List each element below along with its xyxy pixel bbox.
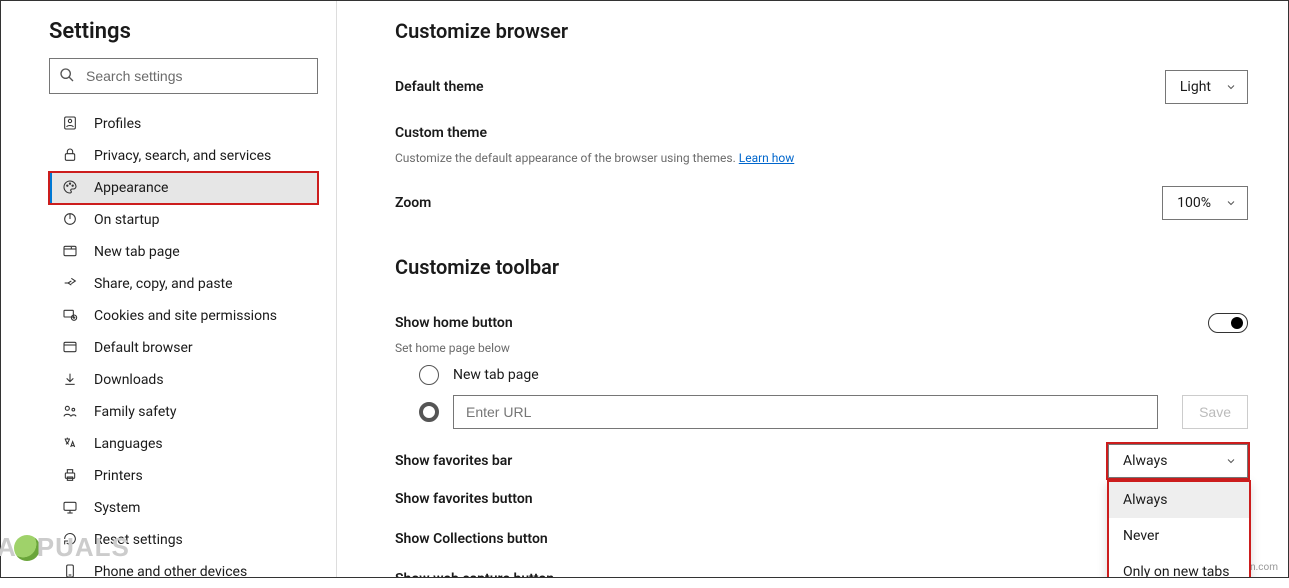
favorites-bar-option-always[interactable]: Always [1109,482,1249,518]
profile-icon [62,115,80,133]
show-home-label: Show home button [395,315,513,331]
sidebar-item-label: Printers [94,468,143,484]
learn-how-link[interactable]: Learn how [739,151,795,165]
share-icon [62,275,80,293]
customize-toolbar-heading: Customize toolbar [395,255,1248,279]
customize-browser-heading: Customize browser [395,19,1248,43]
sidebar-item-appearance[interactable]: Appearance [49,172,318,204]
search-icon [59,67,75,83]
sidebar-item-newtab[interactable]: New tab page [49,236,318,268]
sidebar-item-default-browser[interactable]: Default browser [49,332,318,364]
custom-theme-row: Custom theme [395,113,1248,153]
sidebar-item-label: Profiles [94,116,141,132]
home-url-input[interactable] [453,395,1158,429]
family-icon [62,403,80,421]
home-option-newtab[interactable]: New tab page [419,365,1248,385]
sidebar-item-label: System [94,500,140,516]
language-icon [62,435,80,453]
favorites-bar-menu: Always Never Only on new tabs [1107,480,1251,577]
download-icon [62,371,80,389]
sidebar-item-printers[interactable]: Printers [49,460,318,492]
sidebar-item-family[interactable]: Family safety [49,396,318,428]
default-theme-label: Default theme [395,79,484,95]
sidebar-item-label: Family safety [94,404,176,420]
zoom-value: 100% [1177,195,1211,211]
power-icon [62,211,80,229]
save-button[interactable]: Save [1182,395,1248,429]
show-home-toggle[interactable] [1208,313,1248,333]
lock-icon [62,147,80,165]
home-option-url[interactable]: Save [419,395,1248,429]
radio-newtab[interactable] [419,365,439,385]
show-home-row: Show home button [395,303,1248,343]
sidebar-item-profiles[interactable]: Profiles [49,108,318,140]
sidebar-item-label: Appearance [94,180,168,196]
settings-content: Customize browser Default theme Light Cu… [337,1,1288,577]
radio-newtab-label: New tab page [453,367,539,383]
settings-sidebar: Settings Profiles Privacy, search, and s… [1,1,337,577]
sidebar-item-label: Default browser [94,340,193,356]
sidebar-item-phone[interactable]: Phone and other devices [49,556,318,588]
sidebar-item-label: Share, copy, and paste [94,276,233,292]
show-webcapture-label: Show web capture button [395,571,554,577]
favorites-bar-value: Always [1123,453,1167,469]
show-collections-label: Show Collections button [395,531,548,547]
radio-url[interactable] [419,402,439,422]
sidebar-item-label: New tab page [94,244,180,260]
show-favorites-button-label: Show favorites button [395,491,533,507]
settings-title: Settings [49,19,318,44]
sidebar-item-cookies[interactable]: Cookies and site permissions [49,300,318,332]
sidebar-item-label: On startup [94,212,160,228]
search-container [49,58,318,94]
printer-icon [62,467,80,485]
sidebar-item-privacy[interactable]: Privacy, search, and services [49,140,318,172]
sidebar-item-label: Reset settings [94,532,183,548]
chevron-down-icon [1225,197,1237,209]
favorites-bar-option-newtabs[interactable]: Only on new tabs [1109,554,1249,577]
permissions-icon [62,307,80,325]
sidebar-item-label: Languages [94,436,163,452]
sidebar-item-reset[interactable]: Reset settings [49,524,318,556]
custom-theme-label: Custom theme [395,125,487,141]
default-theme-value: Light [1180,79,1211,95]
sidebar-item-label: Cookies and site permissions [94,308,277,324]
browser-icon [62,339,80,357]
custom-theme-subtext: Customize the default appearance of the … [395,151,1248,165]
search-input[interactable] [49,58,318,94]
zoom-row: Zoom 100% [395,183,1248,223]
sidebar-item-languages[interactable]: Languages [49,428,318,460]
show-favorites-bar-label: Show favorites bar [395,453,512,469]
favorites-bar-option-never[interactable]: Never [1109,518,1249,554]
chevron-down-icon [1225,455,1237,467]
sidebar-item-system[interactable]: System [49,492,318,524]
system-icon [62,499,80,517]
default-theme-row: Default theme Light [395,67,1248,107]
zoom-label: Zoom [395,195,431,211]
palette-icon [62,179,80,197]
show-favorites-bar-row: Show favorites bar Always Always Never O… [395,443,1248,479]
sidebar-item-startup[interactable]: On startup [49,204,318,236]
show-home-subtext: Set home page below [395,341,1248,355]
phone-icon [62,563,80,581]
sidebar-item-share[interactable]: Share, copy, and paste [49,268,318,300]
sidebar-item-label: Downloads [94,372,164,388]
settings-nav: Profiles Privacy, search, and services A… [49,108,318,588]
newtab-icon [62,243,80,261]
zoom-select[interactable]: 100% [1162,186,1248,220]
sidebar-item-downloads[interactable]: Downloads [49,364,318,396]
favorites-bar-select[interactable]: Always Always Never Only on new tabs [1108,444,1248,478]
default-theme-select[interactable]: Light [1165,70,1248,104]
reset-icon [62,531,80,549]
chevron-down-icon [1225,81,1237,93]
sidebar-item-label: Privacy, search, and services [94,148,271,164]
